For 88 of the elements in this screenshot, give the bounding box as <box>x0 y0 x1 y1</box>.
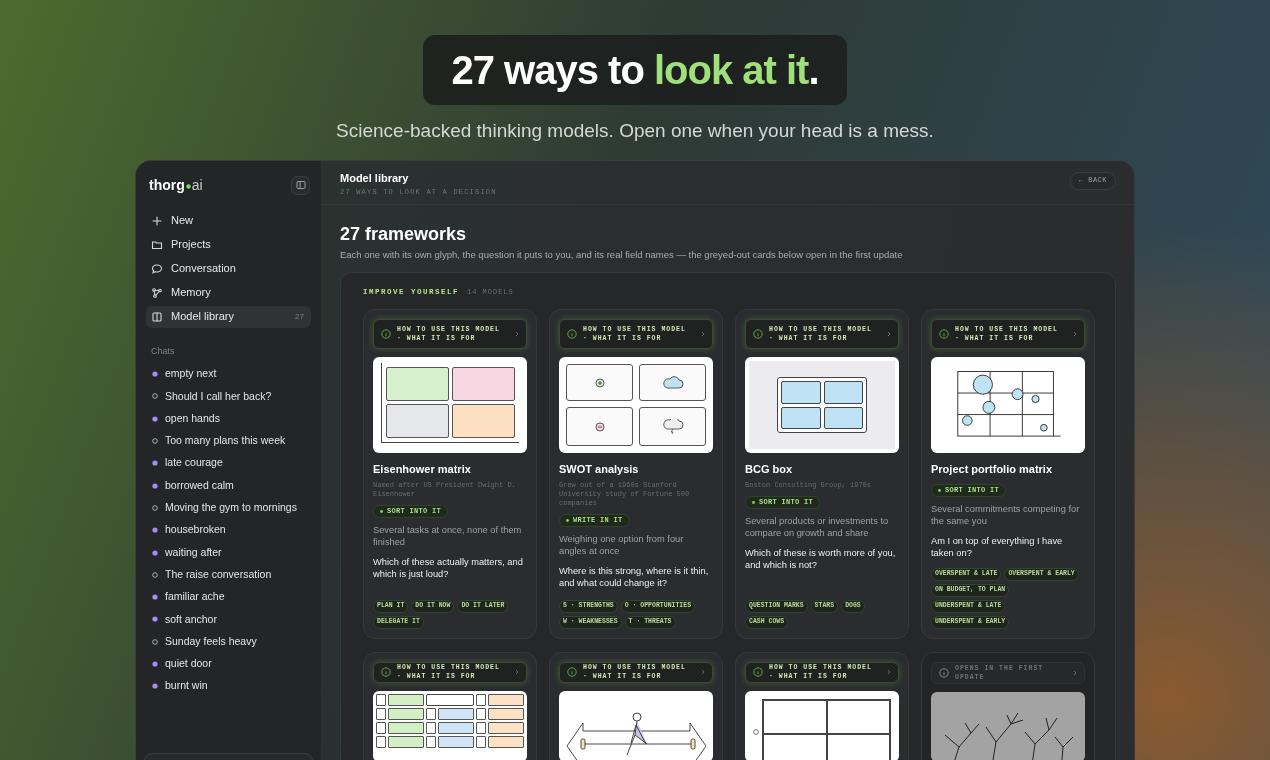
chat-item[interactable]: Too many plans this week <box>146 429 311 453</box>
plus-circle-icon <box>594 377 605 388</box>
card-title: BCG box <box>745 462 794 477</box>
sidebar-nav-item[interactable]: Conversation <box>146 257 311 280</box>
bcg-cell <box>823 406 863 429</box>
card-title: Eisenhower matrix <box>373 462 472 477</box>
feedback-cell <box>763 700 827 735</box>
bcg-cell <box>781 406 821 429</box>
sidebar-nav-item[interactable]: New <box>146 209 311 232</box>
chat-item[interactable]: empty next <box>146 363 311 386</box>
chat-item[interactable]: familiar ache <box>146 585 311 609</box>
storm-cloud-icon <box>661 419 684 434</box>
chat-item[interactable]: burnt win <box>146 675 311 698</box>
headline-text: . <box>808 48 819 92</box>
feedback-cell <box>763 734 827 760</box>
chat-item[interactable]: soft anchor <box>146 608 311 631</box>
ring-icon <box>753 729 759 736</box>
card-situation: Several tasks at once, none of them finished <box>373 523 523 549</box>
book-icon <box>151 310 163 323</box>
headline-text: look at it <box>653 48 809 92</box>
card-question: Which of these is worth more of you, and which is not? <box>745 546 897 572</box>
card-question: Where is this strong, where is it thin, and what could change it? <box>559 564 710 590</box>
section-label: Chats <box>150 344 176 358</box>
chevron-right-icon <box>701 669 705 676</box>
item-count: 27 <box>295 310 305 323</box>
chevron-right-icon <box>515 331 519 337</box>
bcg-cell <box>823 381 863 404</box>
chevron-right-icon <box>1073 669 1077 676</box>
info-icon <box>567 329 577 339</box>
card-question: Which of these actually matters, and which is just loud? <box>373 555 524 581</box>
plus-icon <box>151 214 163 227</box>
chat-item[interactable]: quiet door <box>146 652 311 676</box>
headline-text: 27 ways to <box>451 48 645 92</box>
model-card[interactable] <box>363 309 537 639</box>
sidebar-icon <box>295 180 306 190</box>
sidebar-nav-item[interactable]: Projects <box>146 233 311 256</box>
page-title: Model library <box>340 170 410 186</box>
subtitle: Science-backed thinking models. Open one when your head is a mess. <box>336 119 934 143</box>
cloud-icon <box>661 376 684 389</box>
goal-box <box>426 694 474 707</box>
section-description: Each one with its own glyph, the question it puts to you, and its real field names — the greyed-out cards below open in the first update <box>340 247 904 262</box>
dot-icon <box>938 488 941 492</box>
info-icon <box>567 667 577 678</box>
chat-bubble-icon <box>151 262 163 275</box>
chat-item[interactable]: borrowed calm <box>146 474 311 497</box>
sidebar-toggle-button[interactable] <box>291 175 310 195</box>
feedback-cell <box>826 734 890 760</box>
chat-item[interactable]: late courage <box>146 452 311 475</box>
chat-item[interactable]: Sunday feels heavy <box>146 630 311 653</box>
card-situation: Weighing one option from four angles at once <box>559 532 685 558</box>
sidebar-nav-item[interactable]: Memory <box>146 281 311 304</box>
info-icon <box>381 329 391 339</box>
card-title: Project portfolio matrix <box>931 462 1054 477</box>
logo-dot-icon <box>185 184 191 189</box>
info-icon <box>753 667 763 678</box>
section-heading: 27 frameworks <box>340 222 468 245</box>
logo: thorg ai <box>149 175 203 195</box>
card-question: Am I on top of everything I have taken on? <box>931 534 1064 560</box>
model-card[interactable] <box>549 309 723 639</box>
sidebar-nav-item[interactable]: Model library 27 <box>146 305 311 328</box>
info-icon <box>939 329 949 339</box>
chevron-right-icon <box>887 669 891 676</box>
chevron-right-icon <box>515 669 519 676</box>
info-icon <box>753 329 763 339</box>
chat-item[interactable]: open hands <box>146 407 311 430</box>
chat-item[interactable]: Moving the gym to mornings <box>146 496 311 520</box>
chevron-right-icon <box>887 331 891 337</box>
dot-icon <box>752 500 755 504</box>
folder-icon <box>151 238 163 251</box>
chat-item[interactable]: waiting after <box>146 541 311 564</box>
chevron-right-icon <box>701 331 705 337</box>
dot-icon <box>566 518 569 522</box>
model-card[interactable] <box>735 309 909 639</box>
bcg-cell <box>781 381 821 404</box>
chat-item[interactable]: housebroken <box>146 519 311 542</box>
info-icon <box>939 667 949 678</box>
card-title: SWOT analysis <box>559 462 640 477</box>
card-situation: Several commitments competing for the same you <box>931 502 1081 528</box>
model-card[interactable] <box>921 309 1095 639</box>
card-situation: Several products or investments to compare on growth and share <box>745 514 890 540</box>
dot-icon <box>380 509 383 513</box>
chat-item[interactable]: The raise conversation <box>146 563 311 586</box>
chat-item[interactable]: Should I call her back? <box>146 385 311 408</box>
chevron-right-icon <box>1073 331 1077 337</box>
feedback-cell <box>826 700 890 735</box>
nodes-icon <box>151 286 163 299</box>
minus-circle-icon <box>594 421 605 432</box>
info-icon <box>381 667 391 678</box>
